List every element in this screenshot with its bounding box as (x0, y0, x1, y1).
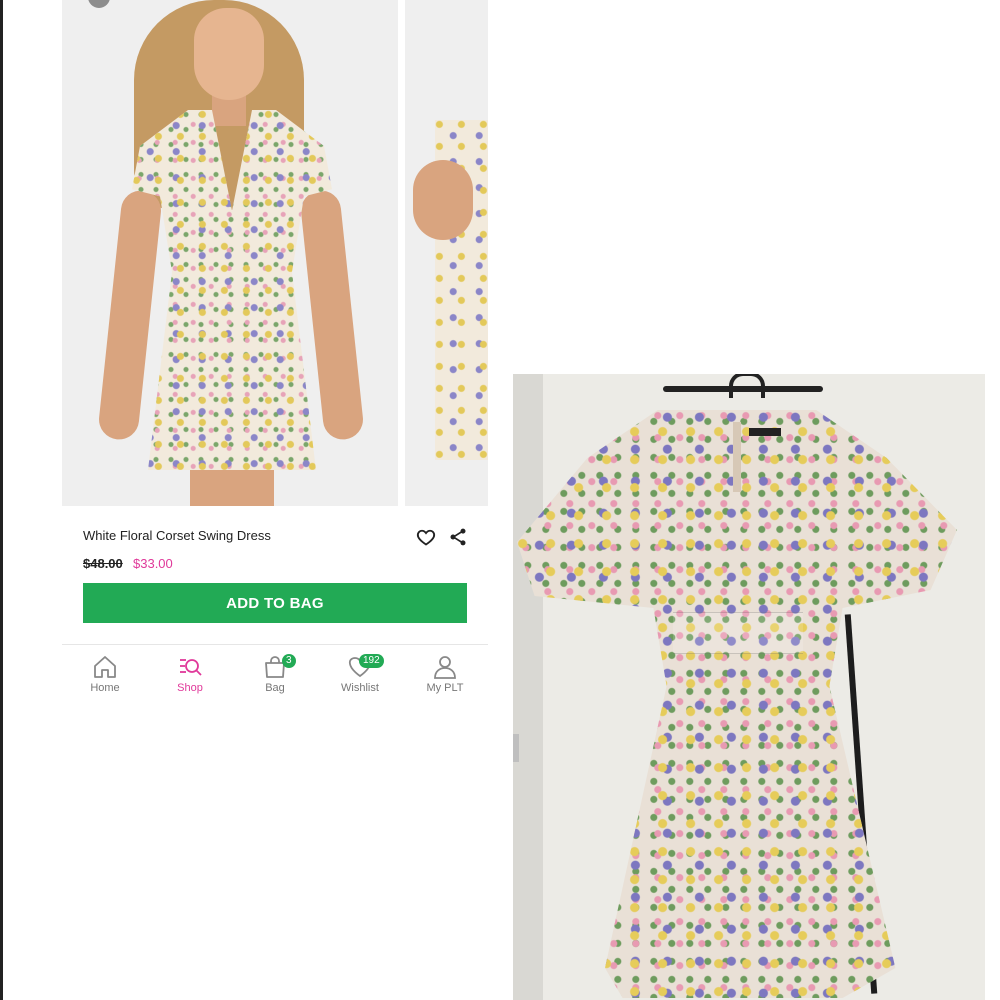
corset-waist (673, 612, 803, 654)
hanging-dress-photo (513, 374, 985, 1000)
model-face (194, 8, 264, 100)
brand-label (749, 428, 781, 436)
product-title: White Floral Corset Swing Dress (83, 528, 271, 543)
heart-icon[interactable] (416, 527, 436, 547)
bag-count-badge: 3 (282, 654, 296, 668)
tab-label: Bag (265, 682, 285, 694)
product-photo-model-front[interactable] (62, 0, 398, 506)
tab-my-plt[interactable]: My PLT (410, 654, 480, 704)
product-image-carousel[interactable] (62, 0, 488, 506)
tab-label: My PLT (426, 682, 464, 694)
bottom-tab-bar: Home Shop 3 Bag 192 Wishlist My PLT (62, 650, 488, 710)
original-price: $48.00 (83, 556, 123, 571)
shop-icon (180, 659, 202, 676)
tab-label: Home (90, 682, 120, 694)
tab-label: Shop (177, 682, 203, 694)
tab-home[interactable]: Home (70, 654, 140, 704)
divider (62, 644, 488, 645)
tab-shop[interactable]: Shop (155, 654, 225, 704)
product-photo-next[interactable] (405, 0, 488, 506)
model-arm (413, 160, 473, 240)
wishlist-count-badge: 192 (359, 654, 384, 668)
sale-price: $33.00 (133, 556, 173, 571)
hanger-hook (729, 374, 765, 398)
tab-bag[interactable]: 3 Bag (240, 654, 310, 704)
tab-label: Wishlist (341, 682, 379, 694)
side-tag (513, 734, 519, 762)
model-arm (299, 188, 365, 442)
badge-icon (88, 0, 110, 8)
wall-shadow (513, 374, 543, 1000)
share-icon[interactable] (448, 527, 468, 547)
home-icon (94, 656, 116, 678)
left-border (0, 0, 3, 1000)
user-icon (434, 656, 456, 679)
tab-wishlist[interactable]: 192 Wishlist (325, 654, 395, 704)
model-arm (97, 188, 163, 442)
zipper (733, 422, 741, 492)
add-to-bag-button[interactable]: ADD TO BAG (83, 583, 467, 623)
shop-app-screenshot: White Floral Corset Swing Dress $48.00 $… (62, 0, 488, 720)
